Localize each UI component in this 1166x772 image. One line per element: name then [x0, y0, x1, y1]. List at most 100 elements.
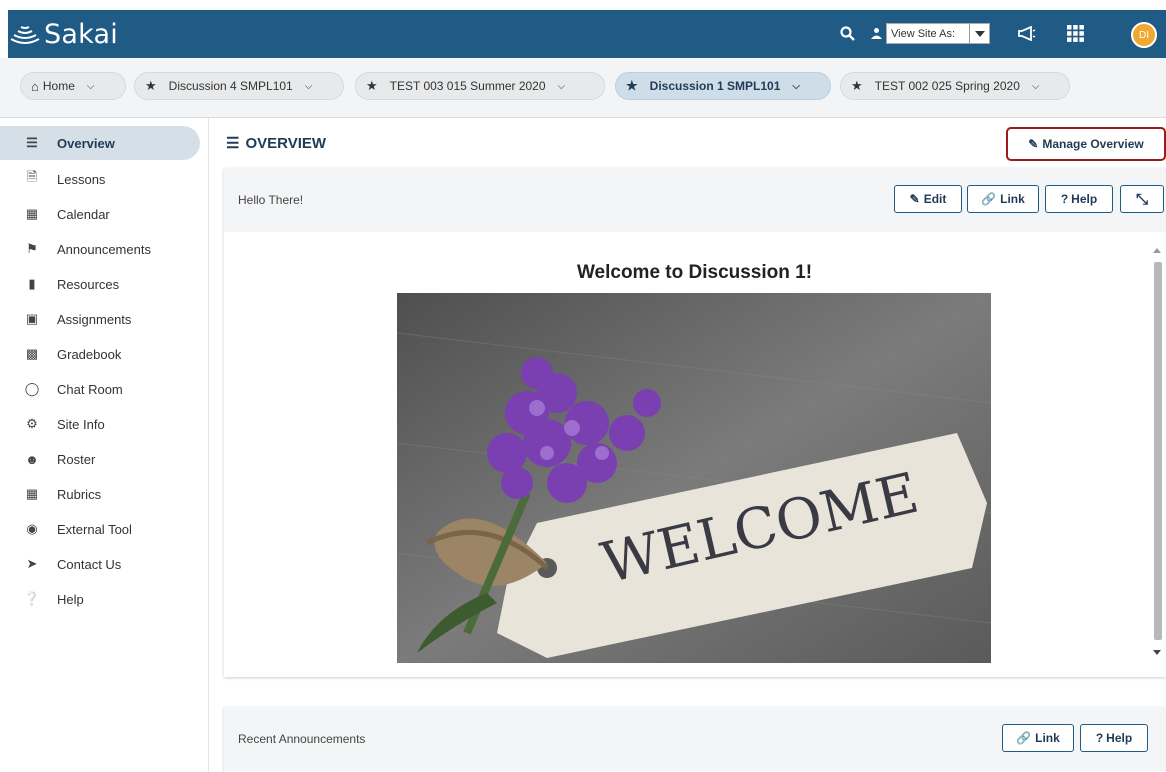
site-tab-label: Home	[42, 79, 75, 93]
sidebar-item-assignments[interactable]: ▣ Assignments	[0, 302, 200, 336]
list-icon: ☰	[226, 135, 240, 152]
file-icon: ▣	[25, 311, 39, 326]
help-label: Help	[1071, 192, 1098, 206]
site-tabs-bar: ⌂ Home ⌵ ★ Discussion 4 SMPL101 ⌵ ★ TEST…	[0, 58, 1166, 118]
question-icon: ?	[1060, 192, 1069, 206]
link-icon: 🔗	[981, 192, 997, 206]
announcements-link-button[interactable]: 🔗 Link	[1002, 724, 1074, 752]
list-icon: ☰	[26, 135, 38, 150]
tool-menu: ☰ Overview 🗎 Lessons ▦ Calendar ⚑ Announ…	[0, 126, 208, 772]
star-icon[interactable]: ★	[851, 78, 863, 94]
sidebar-item-rubrics[interactable]: ▦ Rubrics	[0, 477, 200, 511]
users-icon: ☻	[25, 451, 39, 467]
expand-icon: ⤡	[1135, 190, 1148, 208]
pencil-icon: ✎	[909, 192, 920, 206]
view-site-as-label: View Site As:	[891, 27, 955, 40]
sakai-logo[interactable]: Sakai	[8, 16, 118, 52]
site-tab-label: Discussion 1 SMPL101	[649, 79, 781, 93]
sidebar-item-lessons[interactable]: 🗎 Lessons	[0, 162, 200, 196]
paper-plane-icon: ➤	[26, 556, 38, 571]
edit-button[interactable]: ✎ Edit	[894, 185, 962, 213]
welcome-image: WELCOME	[397, 293, 991, 663]
sidebar-item-label: Rubrics	[57, 486, 102, 502]
globe-icon: ◉	[26, 521, 38, 536]
pencil-icon: ✎	[1028, 137, 1039, 151]
gear-icon: ⚙	[26, 416, 38, 431]
table-icon: ▦	[25, 486, 39, 501]
sidebar-item-label: Roster	[57, 451, 96, 467]
page-title-text: OVERVIEW	[245, 134, 327, 152]
welcome-heading: Welcome to Discussion 1!	[576, 262, 813, 283]
site-tab-label: Discussion 4 SMPL101	[168, 79, 293, 93]
sidebar-item-resources[interactable]: ▮ Resources	[0, 267, 200, 301]
link-button[interactable]: 🔗 Link	[967, 185, 1039, 213]
document-icon: 🗎	[26, 169, 38, 184]
sidebar-item-calendar[interactable]: ▦ Calendar	[0, 197, 200, 231]
sidebar-item-label: External Tool	[57, 521, 132, 537]
help-button[interactable]: ? Help	[1045, 185, 1113, 213]
sidebar-item-label: Overview	[57, 135, 115, 151]
site-tab-test-003[interactable]: ★ TEST 003 015 Summer 2020 ⌵	[355, 72, 605, 100]
question-icon: ❔	[23, 591, 41, 606]
sidebar-item-label: Announcements	[57, 241, 151, 257]
sidebar-item-label: Lessons	[57, 171, 106, 187]
sidebar-item-gradebook[interactable]: ▩ Gradebook	[0, 337, 200, 371]
question-icon: ?	[1095, 731, 1104, 745]
sidebar-item-site-info[interactable]: ⚙ Site Info	[0, 407, 200, 441]
link-label: Link	[1000, 192, 1025, 206]
sidebar-item-announcements[interactable]: ⚑ Announcements	[0, 232, 200, 266]
sidebar-item-label: Help	[57, 591, 84, 607]
manage-overview-button[interactable]: ✎ Manage Overview	[1012, 130, 1160, 158]
scroll-thumb[interactable]	[1154, 262, 1162, 640]
megaphone-icon: ⚑	[26, 241, 38, 256]
edit-label: Edit	[923, 192, 947, 206]
chevron-down-icon	[969, 24, 989, 43]
sidebar-item-label: Resources	[57, 276, 120, 292]
chevron-down-icon[interactable]: ⌵	[87, 81, 95, 92]
sidebar-item-label: Site Info	[57, 416, 105, 432]
home-icon: ⌂	[31, 78, 39, 94]
sidebar-item-help[interactable]: ❔ Help	[0, 582, 200, 616]
site-tab-test-002[interactable]: ★ TEST 002 025 Spring 2020 ⌵	[840, 72, 1070, 100]
sidebar-item-label: Chat Room	[57, 381, 123, 397]
sidebar-item-contact-us[interactable]: ➤ Contact Us	[0, 547, 200, 581]
star-icon[interactable]: ★	[366, 78, 378, 94]
help-label: Help	[1106, 731, 1133, 745]
megaphone-icon[interactable]	[1018, 26, 1036, 41]
sidebar-divider	[208, 118, 209, 772]
chevron-down-icon[interactable]: ⌵	[558, 81, 566, 92]
scroll-up-icon[interactable]	[1153, 248, 1161, 253]
sidebar-item-overview[interactable]: ☰ Overview	[0, 126, 200, 160]
content-scrollbar[interactable]	[1152, 242, 1162, 662]
sidebar-item-label: Contact Us	[57, 556, 122, 572]
scroll-down-icon[interactable]	[1153, 650, 1161, 655]
book-icon: ▩	[25, 346, 39, 361]
sidebar-item-chat-room[interactable]: ◯ Chat Room	[0, 372, 200, 406]
chevron-down-icon[interactable]: ⌵	[305, 81, 313, 92]
view-site-as-select[interactable]: View Site As:	[886, 23, 990, 44]
top-header: Sakai View Site As: DI	[8, 10, 1166, 58]
apps-grid-icon[interactable]	[1067, 25, 1084, 42]
expand-button[interactable]: ⤡	[1120, 185, 1164, 213]
sidebar-item-roster[interactable]: ☻ Roster	[0, 442, 200, 476]
search-icon[interactable]	[840, 26, 855, 41]
logo-text: Sakai	[44, 18, 118, 50]
chevron-down-icon[interactable]: ⌵	[1032, 81, 1040, 92]
site-tab-discussion-4[interactable]: ★ Discussion 4 SMPL101 ⌵	[134, 72, 344, 100]
folder-icon: ▮	[28, 276, 36, 291]
panel-title: Hello There!	[238, 193, 304, 207]
announcements-help-button[interactable]: ? Help	[1080, 724, 1148, 752]
chevron-down-icon[interactable]: ⌵	[792, 81, 800, 92]
site-tab-discussion-1[interactable]: ★ Discussion 1 SMPL101 ⌵	[615, 72, 831, 100]
star-icon[interactable]: ★	[145, 78, 157, 94]
page-title: ☰ OVERVIEW	[226, 134, 327, 153]
sidebar-item-label: Gradebook	[57, 346, 122, 362]
sidebar-item-external-tool[interactable]: ◉ External Tool	[0, 512, 200, 546]
site-tab-home[interactable]: ⌂ Home ⌵	[20, 72, 126, 100]
calendar-icon: ▦	[25, 206, 39, 221]
site-tab-label: TEST 003 015 Summer 2020	[389, 79, 546, 93]
star-icon[interactable]: ★	[626, 78, 638, 94]
link-label: Link	[1035, 731, 1060, 745]
user-avatar[interactable]: DI	[1131, 22, 1157, 48]
link-icon: 🔗	[1016, 731, 1032, 745]
